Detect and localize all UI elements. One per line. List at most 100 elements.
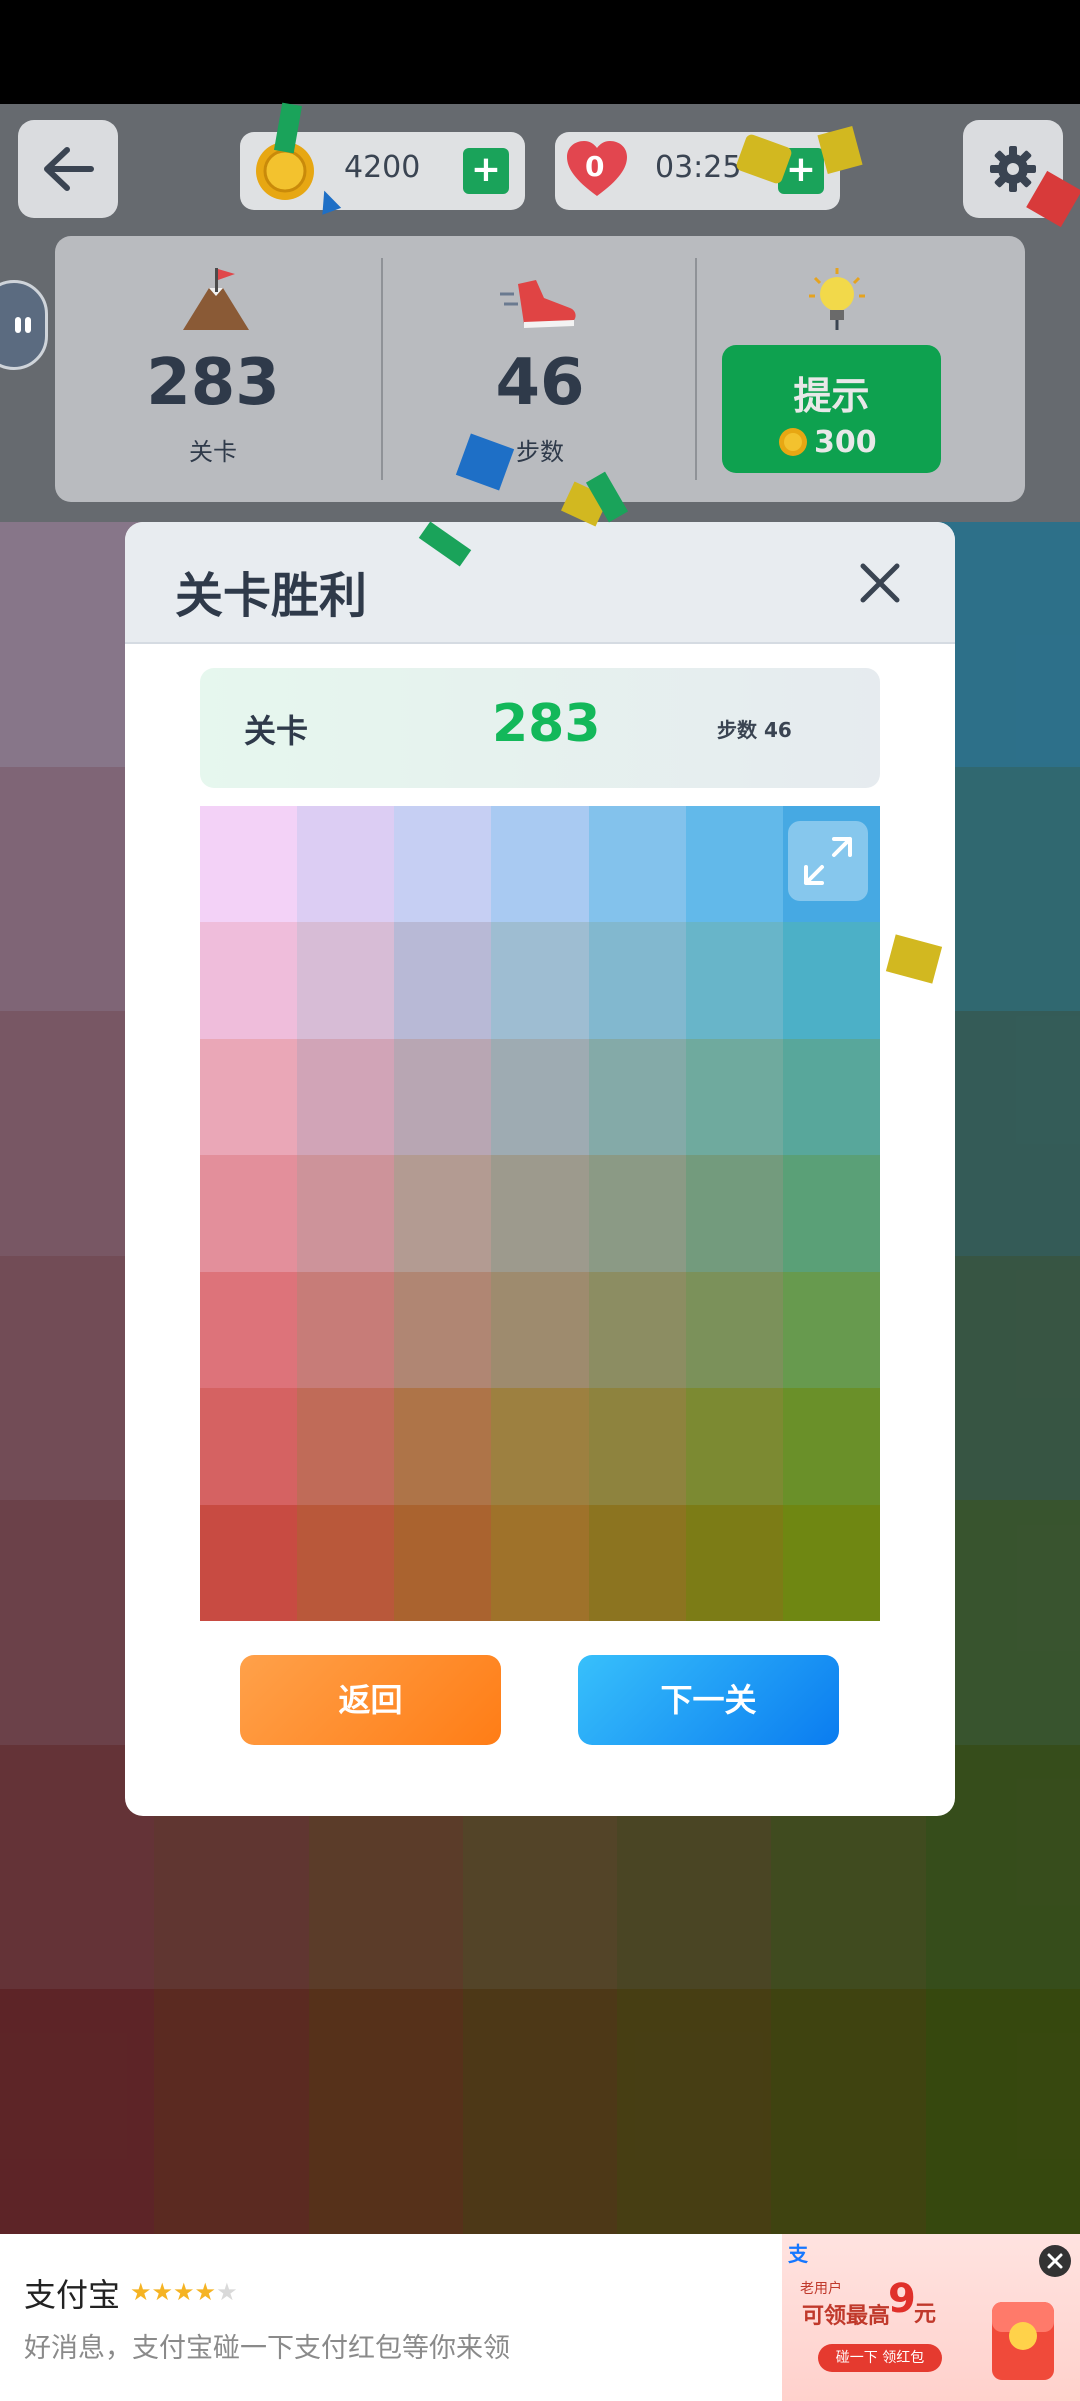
red-envelope-icon [992,2302,1054,2380]
gear-icon [990,146,1036,192]
color-tile [491,922,589,1039]
color-tile [685,1038,783,1156]
color-tile [200,1155,298,1272]
hint-button[interactable]: 提示 300 [722,345,941,473]
color-tile [782,922,880,1039]
color-tile [782,1038,880,1156]
star-icon: ★ [216,2278,238,2306]
color-tile [491,1155,589,1272]
lives-pill: 0 03:25 + [555,132,840,210]
info-level-value: 283 [492,694,601,754]
color-tile [394,1388,492,1505]
dialog-header: 关卡胜利 [125,522,955,644]
info-steps: 步数 46 [717,718,792,742]
color-tile [782,1388,880,1505]
color-tile [297,1038,395,1156]
color-tile [297,1504,395,1621]
flag-mountain-icon [183,268,249,330]
star-icon: ★ [173,2278,195,2306]
steps-label: 步数 [516,438,564,466]
back-arrow-icon [44,147,94,191]
level-stat: 283 关卡 [55,236,371,502]
color-tile [200,1038,298,1156]
color-tile [588,1038,686,1156]
shoe-icon [500,280,576,328]
color-tile [394,1038,492,1156]
timer-value: 03:25 [655,150,742,185]
back-to-menu-button[interactable]: 返回 [240,1655,501,1745]
level-label: 关卡 [189,438,237,466]
game-screen: 4200 + 0 03:25 + 283 关卡 46 步数 提示 300 关卡胜… [0,0,1080,2401]
ad-banner-amount: 9 [888,2276,916,2322]
ad-banner-line1: 老用户 [800,2281,842,2297]
color-tile [200,806,298,923]
add-coins-button[interactable]: + [463,148,509,194]
color-tile [588,922,686,1039]
coin-icon [779,428,807,456]
color-tile [297,922,395,1039]
color-tile [297,1271,395,1389]
side-menu-button[interactable] [0,280,48,370]
victory-dialog: 关卡胜利 关卡 283 步数 46 返回 下一关 [125,522,955,1816]
hint-cost: 300 [814,425,877,460]
lightbulb-icon [809,268,865,330]
info-level-label: 关卡 [244,712,309,750]
color-tile [588,806,686,923]
steps-stat: 46 步数 [382,236,698,502]
divider [695,258,697,480]
ad-banner-line2: 可领最高 [802,2304,891,2329]
steps-value: 46 [495,346,585,420]
color-tile [491,1388,589,1505]
color-tile [685,1388,783,1505]
color-tile [588,1155,686,1272]
color-tile [782,1271,880,1389]
ad-text: 好消息，支付宝碰一下支付红包等你来领 [24,2333,510,2364]
color-tile [588,1388,686,1505]
back-button[interactable] [18,120,118,218]
color-tile [200,1388,298,1505]
hint-label: 提示 [793,374,870,418]
color-tile [782,1504,880,1621]
expand-icon [804,837,852,885]
color-tile [394,1504,492,1621]
star-icon: ★ [151,2278,174,2306]
close-icon[interactable] [1038,2244,1072,2278]
star-icon: ★ [194,2278,217,2306]
color-tile [491,1038,589,1156]
color-tile [685,922,783,1039]
ad-banner[interactable]: 支付宝 ★★★★★ 好消息，支付宝碰一下支付红包等你来领 支 老用户 可领最高 … [0,2234,1080,2401]
color-tile [491,1504,589,1621]
ad-rating: ★★★★★ [130,2278,250,2306]
ad-banner-button[interactable]: 碰一下 领红包 [818,2344,942,2372]
ad-banner-unit: 元 [914,2302,937,2327]
expand-button[interactable] [788,821,868,901]
color-tile [200,922,298,1039]
color-tile [297,1388,395,1505]
color-tile [297,806,395,923]
color-tile [685,1271,783,1389]
color-tile [491,1271,589,1389]
color-tile [200,1504,298,1621]
color-tile [685,1504,783,1621]
color-tile [297,1155,395,1272]
color-tile [394,1271,492,1389]
heart-count: 0 [585,150,605,183]
color-tile [491,806,589,923]
color-tile [394,922,492,1039]
color-tile [200,1271,298,1389]
ad-image[interactable]: 支 老用户 可领最高 9 元 碰一下 领红包 [782,2234,1080,2401]
color-tile [588,1504,686,1621]
coins-value: 4200 [344,150,421,185]
solved-color-grid [200,806,880,1621]
star-icon: ★ [130,2278,152,2306]
next-level-button[interactable]: 下一关 [578,1655,839,1745]
color-tile [394,1155,492,1272]
color-tile [685,806,783,923]
color-tile [588,1271,686,1389]
level-value: 283 [146,346,280,420]
ad-app-name: 支付宝 [24,2276,121,2314]
level-info-bar: 关卡 283 步数 46 [200,668,880,788]
color-tile [394,806,492,923]
close-icon[interactable] [855,558,905,608]
dialog-title: 关卡胜利 [175,568,368,624]
